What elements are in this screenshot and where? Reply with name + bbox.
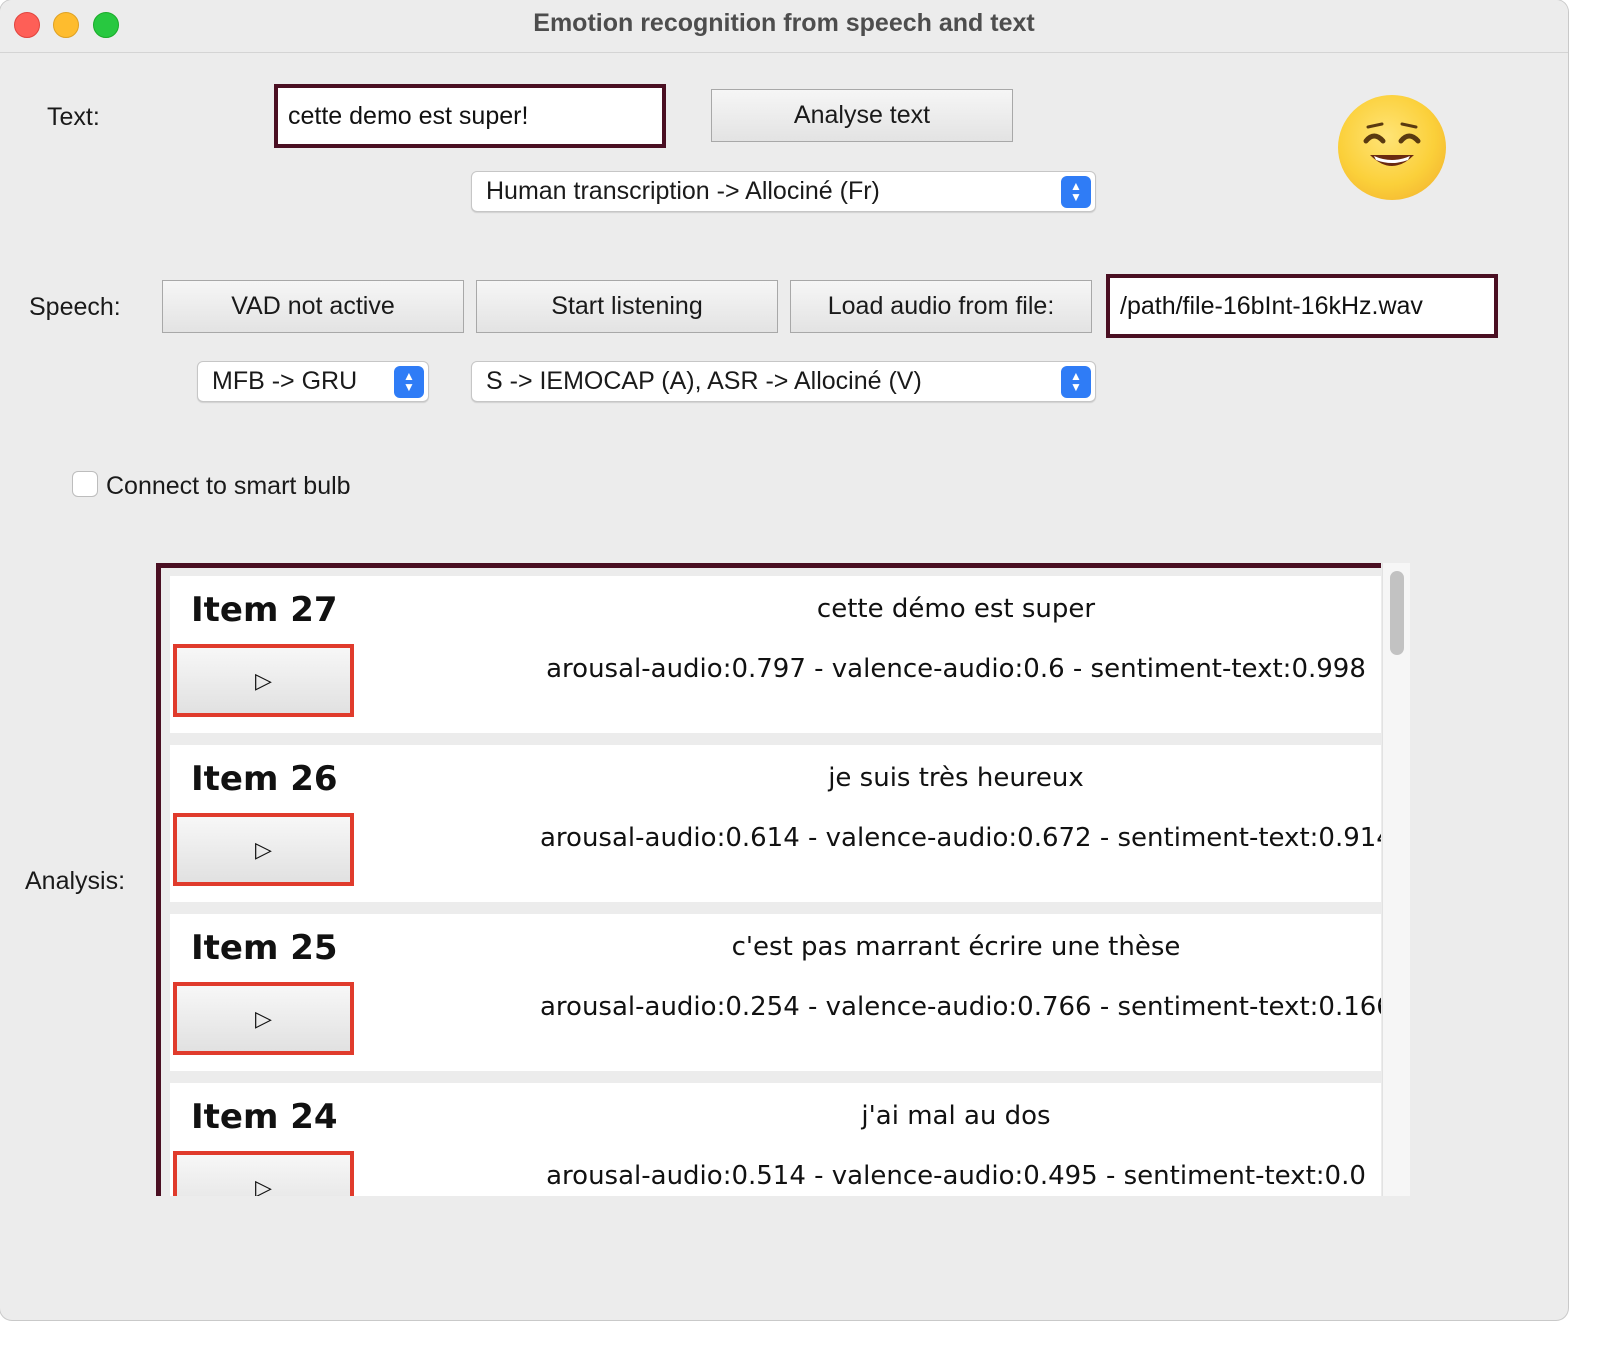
smart-bulb-label[interactable]: Connect to smart bulb xyxy=(106,472,351,501)
item-scores: arousal-audio:0.797 - valence-audio:0.6 … xyxy=(546,654,1366,684)
play-icon: ▷ xyxy=(255,836,272,862)
play-icon: ▷ xyxy=(255,1174,272,1197)
start-listening-button[interactable]: Start listening xyxy=(476,280,778,333)
text-input[interactable]: cette demo est super! xyxy=(274,84,666,148)
analyse-text-label: Analyse text xyxy=(793,101,931,129)
speech-label: Speech: xyxy=(29,293,121,321)
text-input-value: cette demo est super! xyxy=(288,101,529,130)
item-transcript: cette démo est super xyxy=(816,594,1096,624)
analyse-text-button[interactable]: Analyse text xyxy=(711,89,1013,142)
load-audio-label: Load audio from file: xyxy=(827,292,1055,320)
item-title: Item 25 xyxy=(191,928,338,968)
play-button[interactable]: ▷ xyxy=(173,1151,354,1196)
smiling-face-drawing xyxy=(1363,122,1421,166)
vad-label: VAD not active xyxy=(231,292,395,320)
item-transcript: c'est pas marrant écrire une thèse xyxy=(731,932,1181,962)
load-audio-button[interactable]: Load audio from file: xyxy=(790,280,1092,333)
feature-model-value: MFB -> GRU xyxy=(212,367,358,395)
audio-path-input[interactable]: /path/file-16bInt-16kHz.wav xyxy=(1106,274,1498,338)
window-title: Emotion recognition from speech and text xyxy=(533,9,1035,37)
audio-path-value: /path/file-16bInt-16kHz.wav xyxy=(1120,291,1423,320)
chevron-up-down-icon: ▲ ▼ xyxy=(1061,176,1091,208)
play-button[interactable]: ▷ xyxy=(173,644,354,717)
play-button[interactable]: ▷ xyxy=(173,982,354,1055)
item-title: Item 26 xyxy=(191,759,338,799)
speech-model-select[interactable]: S -> IEMOCAP (A), ASR -> Allociné (V) ▲ ▼ xyxy=(471,361,1096,402)
item-title: Item 24 xyxy=(191,1097,338,1137)
item-transcript: je suis très heureux xyxy=(828,763,1084,793)
chevron-up-down-icon: ▲ ▼ xyxy=(394,366,424,398)
text-label: Text: xyxy=(47,103,100,131)
item-scores: arousal-audio:0.514 - valence-audio:0.49… xyxy=(546,1161,1366,1191)
chevron-up-down-icon: ▲ ▼ xyxy=(1061,366,1091,398)
list-item: Item 26 ▷ je suis très heureux arousal-a… xyxy=(170,745,1381,902)
scrollbar-thumb[interactable] xyxy=(1390,571,1404,655)
start-listening-label: Start listening xyxy=(551,292,703,320)
analysis-scrollbar[interactable] xyxy=(1382,563,1410,1196)
feature-model-select[interactable]: MFB -> GRU ▲ ▼ xyxy=(197,361,429,402)
smiling-face-emoji-icon xyxy=(1338,95,1446,200)
title-bar: Emotion recognition from speech and text xyxy=(0,0,1568,53)
speech-model-value: S -> IEMOCAP (A), ASR -> Allociné (V) xyxy=(486,367,922,395)
text-model-select[interactable]: Human transcription -> Allociné (Fr) ▲ ▼ xyxy=(471,171,1096,212)
list-item: Item 27 ▷ cette démo est super arousal-a… xyxy=(170,576,1381,733)
item-scores: arousal-audio:0.614 - valence-audio:0.67… xyxy=(540,823,1381,853)
smart-bulb-checkbox[interactable] xyxy=(72,471,98,497)
item-title: Item 27 xyxy=(191,590,338,630)
list-item: Item 25 ▷ c'est pas marrant écrire une t… xyxy=(170,914,1381,1071)
play-button[interactable]: ▷ xyxy=(173,813,354,886)
play-icon: ▷ xyxy=(255,667,272,693)
list-item: Item 24 ▷ j'ai mal au dos arousal-audio:… xyxy=(170,1083,1381,1196)
item-transcript: j'ai mal au dos xyxy=(861,1101,1051,1131)
app-window: Emotion recognition from speech and text… xyxy=(0,0,1568,1320)
item-scores: arousal-audio:0.254 - valence-audio:0.76… xyxy=(540,992,1381,1022)
text-model-value: Human transcription -> Allociné (Fr) xyxy=(486,177,880,205)
analysis-label: Analysis: xyxy=(25,867,126,895)
analysis-list[interactable]: Item 27 ▷ cette démo est super arousal-a… xyxy=(156,563,1381,1196)
vad-button[interactable]: VAD not active xyxy=(162,280,464,333)
play-icon: ▷ xyxy=(255,1005,272,1031)
